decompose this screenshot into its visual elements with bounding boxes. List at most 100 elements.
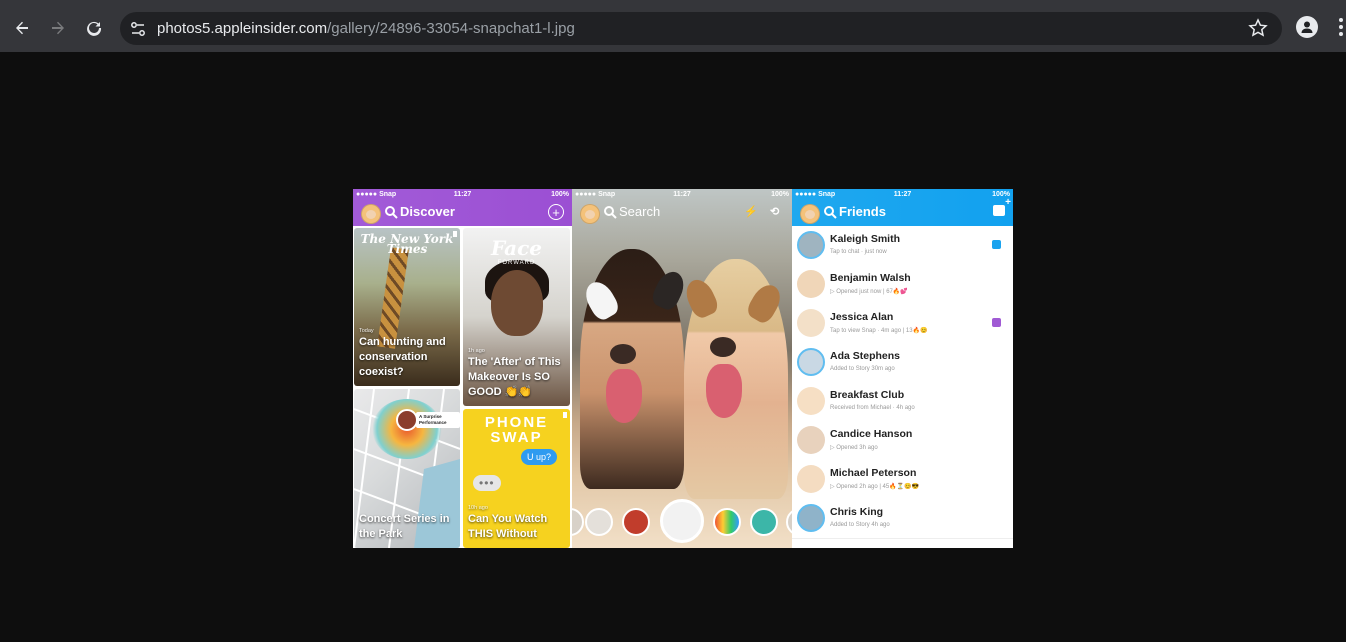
url-text[interactable]: photos5.appleinsider.com/gallery/24896-3… (157, 20, 575, 37)
camera-header: ●●●●● Snap 11:27 100% Search ⚡ ⟲ (572, 189, 792, 226)
friend-name: Ada Stephens (830, 350, 901, 362)
lens-selected (660, 499, 704, 543)
friend-name: Benjamin Walsh (830, 272, 911, 284)
discover-card-map: A Surprise Performance Concert Series in… (354, 389, 460, 548)
add-icon: + (548, 204, 564, 220)
site-info-icon[interactable] (129, 20, 147, 38)
status-bar: ●●●●● Snap 11:27 100% (572, 189, 792, 201)
friend-status: Added to Story 4h ago (830, 522, 890, 528)
friend-name: Chris King (830, 506, 884, 518)
search-icon (604, 206, 617, 219)
friend-status: Added to Story 30m ago (830, 366, 895, 372)
friend-row: Kaleigh Smith Tap to chat · just now (792, 226, 1013, 266)
search-title: Search (619, 204, 661, 219)
discover-header: ●●●●● Snap 11:27 100% Discover + (353, 189, 572, 226)
lens-item (572, 508, 584, 536)
friend-status: Tap to view Snap · 4m ago | 13🔥😊 (830, 328, 928, 334)
clock: 11:27 (893, 191, 912, 198)
friend-avatar (797, 387, 825, 415)
friend-avatar (797, 504, 825, 532)
forward-button[interactable] (44, 14, 72, 42)
snapchat-screenshot-image: ●●●●● Snap 11:27 100% Discover + The New… (353, 189, 1013, 548)
camera-screen: ●●●●● Snap 11:27 100% Search ⚡ ⟲ (572, 189, 792, 548)
back-button[interactable] (8, 14, 36, 42)
map-pin (396, 409, 418, 431)
pin-label: A Surprise Performance (416, 412, 460, 428)
dog-nose-left (610, 344, 636, 364)
more-vert-icon[interactable] (1336, 18, 1346, 38)
unread-badge (992, 318, 1001, 327)
star-icon[interactable] (1248, 18, 1268, 38)
friend-status: Received from Michael · 4h ago (830, 405, 915, 411)
address-bar[interactable]: photos5.appleinsider.com/gallery/24896-3… (120, 12, 1282, 45)
portrait-face (491, 270, 543, 336)
bookmark-icon (563, 412, 567, 418)
discover-card-face: Face FORWARD 1h ago The 'After' of This … (463, 228, 570, 406)
friend-status: Tap to chat · just now (830, 249, 887, 255)
friend-name: Candice Hanson (830, 428, 913, 440)
search-icon (385, 206, 398, 219)
dog-nose-right (710, 337, 736, 357)
nyt-logo: The New York Times (360, 232, 454, 256)
lens-item (622, 508, 650, 536)
friend-status: ▷ Opened 2h ago | 45🔥⏳😊😎 (830, 484, 920, 490)
lens-item (713, 508, 741, 536)
card-caption: 1h ago The 'After' of This Makeover Is S… (468, 347, 565, 400)
flash-off-icon: ⚡ (744, 206, 758, 218)
friend-row: Breakfast Club Received from Michael · 4h… (792, 382, 1013, 422)
clock: 11:27 (673, 191, 691, 198)
card-caption: Today Can hunting and conservation coexi… (359, 327, 455, 380)
chat-bubble-typing: ••• (473, 475, 501, 491)
friends-title: Friends (839, 204, 886, 219)
new-chat-icon (993, 197, 1011, 216)
friend-avatar (797, 348, 825, 376)
friend-row: Ada Stephens Added to Story 30m ago (792, 343, 1013, 383)
face-logo-sub: FORWARD (497, 260, 536, 266)
bitmoji-avatar (361, 204, 381, 224)
friend-status: ▷ Opened 3h ago (830, 445, 878, 451)
card-kicker: 10h ago (468, 505, 488, 511)
friend-name: Breakfast Club (830, 389, 905, 401)
card-caption-text: Can You Watch THIS Without (468, 513, 548, 540)
face-logo: Face (491, 236, 542, 260)
friends-screen: ●●●●● Snap 11:27 100% Friends Kaleigh Sm… (792, 189, 1013, 548)
friend-row: Chris King Added to Story 4h ago (792, 499, 1013, 539)
reload-icon (87, 21, 102, 36)
unread-badge (992, 240, 1001, 249)
friend-avatar (797, 309, 825, 337)
friend-avatar (797, 426, 825, 454)
bitmoji-avatar (580, 204, 600, 224)
friend-avatar (797, 231, 825, 259)
friend-row: Michael Peterson ▷ Opened 2h ago | 45🔥⏳😊😎 (792, 460, 1013, 500)
friend-avatar (797, 270, 825, 298)
dog-tongue-left (606, 369, 642, 423)
status-bar: ●●●●● Snap 11:27 100% (353, 189, 572, 201)
lens-item (750, 508, 778, 536)
battery: 100% (551, 191, 569, 198)
friends-header: ●●●●● Snap 11:27 100% Friends (792, 189, 1013, 226)
card-kicker: 1h ago (468, 348, 485, 354)
lens-item (585, 508, 613, 536)
friend-row: Candice Hanson ▷ Opened 3h ago (792, 421, 1013, 461)
friend-name: Kaleigh Smith (830, 233, 901, 245)
bookmark-icon (453, 231, 457, 237)
lens-carousel (572, 499, 792, 543)
friend-status: ▷ Opened just now | 67🔥💕 (830, 289, 908, 295)
profile-icon (1301, 21, 1313, 33)
friend-name: Jessica Alan (830, 311, 894, 323)
dog-tongue-right (706, 364, 742, 418)
discover-card-phone-swap: PHONE SWAP U up? ••• 10h ago Can You Wat… (463, 409, 570, 548)
clock: 11:27 (453, 191, 472, 198)
search-icon (824, 206, 837, 219)
discover-title: Discover (400, 204, 455, 219)
card-caption: 10h ago Can You Watch THIS Without (468, 504, 565, 542)
profile-button[interactable] (1296, 16, 1318, 38)
reload-button[interactable] (80, 14, 108, 42)
friend-row: Benjamin Walsh ▷ Opened just now | 67🔥💕 (792, 265, 1013, 305)
arrow-right-icon (52, 21, 64, 35)
chat-bubble-blue: U up? (521, 449, 558, 465)
friend-row: Jessica Alan Tap to view Snap · 4m ago | … (792, 304, 1013, 344)
card-caption-text: The 'After' of This Makeover Is SO GOOD … (468, 356, 561, 398)
card-caption: Concert Series in the Park (359, 512, 455, 542)
discover-screen: ●●●●● Snap 11:27 100% Discover + The New… (353, 189, 572, 548)
